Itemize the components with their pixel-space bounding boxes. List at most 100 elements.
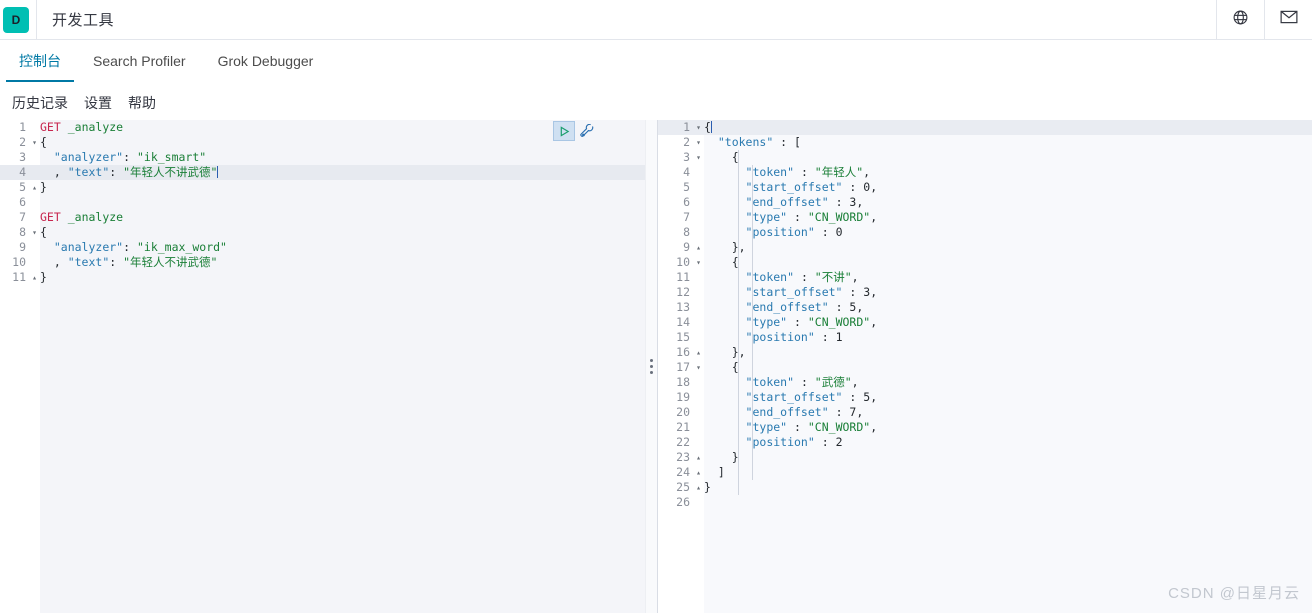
code-line[interactable]: GET _analyze [40,210,645,225]
code-token: "CN_WORD" [807,315,871,329]
fold-close-icon[interactable]: ▴ [32,270,37,285]
mail-icon-button[interactable] [1264,0,1312,40]
code-line[interactable]: "token" : "年轻人", [704,165,1312,180]
code-line[interactable]: , "text": "年轻人不讲武德" [40,255,645,270]
fold-close-icon[interactable]: ▴ [696,480,701,495]
fold-open-icon[interactable]: ▾ [32,225,37,240]
globe-icon-button[interactable] [1216,0,1264,40]
request-editor-gutter: 1 2 ▾ 3 4 5 ▴ 6 7 8 ▾ 9 10 11 ▴ [0,120,40,613]
fold-close-icon[interactable]: ▴ [696,450,701,465]
code-line[interactable]: { [704,360,1312,375]
gutter-line-number: 11 ▴ [12,270,37,285]
code-line[interactable]: { [704,255,1312,270]
gutter-line-number: 3 [19,150,26,164]
code-line[interactable] [704,495,1312,510]
code-line[interactable]: "end_offset" : 7, [704,405,1312,420]
code-line[interactable] [40,195,645,210]
code-token: , [856,195,864,209]
fold-open-icon[interactable]: ▾ [696,360,701,375]
gutter-line-number: 8 ▾ [19,225,37,240]
code-line[interactable]: "start_offset" : 0, [704,180,1312,195]
code-token: "年轻人不讲武德" [123,165,218,179]
tab-search-profiler[interactable]: Search Profiler [77,40,202,82]
fold-open-icon[interactable]: ▾ [696,150,701,165]
code-line[interactable]: "end_offset" : 5, [704,300,1312,315]
subnav-item-help[interactable]: 帮助 [120,93,164,113]
response-editor-content[interactable]: { "tokens" : [ { "token" : "年轻人", "start… [704,120,1312,613]
tab-console[interactable]: 控制台 [3,40,77,82]
code-line[interactable]: "position" : 0 [704,225,1312,240]
code-token: "年轻人" [814,165,864,179]
code-line[interactable]: "position" : 1 [704,330,1312,345]
code-token: "ik_smart" [136,150,207,164]
subnav-item-settings[interactable]: 设置 [76,93,120,113]
request-editor[interactable]: 1 2 ▾ 3 4 5 ▴ 6 7 8 ▾ 9 10 11 ▴ GET _analyze{ "analyze… [0,120,645,613]
code-token: , [40,165,68,179]
gutter-line-number: 21 [676,420,690,434]
fold-close-icon[interactable]: ▴ [32,180,37,195]
code-line[interactable]: } [704,480,1312,495]
fold-close-icon[interactable]: ▴ [696,465,701,480]
text-cursor [217,166,219,178]
fold-open-icon[interactable]: ▾ [32,135,37,150]
code-line[interactable]: { [40,225,645,240]
code-line[interactable]: }, [704,240,1312,255]
code-token: , [870,420,878,434]
code-token: "text" [67,255,110,269]
code-line[interactable]: , "text": "年轻人不讲武德" [40,165,645,180]
tab-grok-debugger[interactable]: Grok Debugger [202,40,330,82]
gutter-line-number: 10 [12,255,26,269]
code-token: } [40,270,47,284]
code-line[interactable]: { [704,150,1312,165]
code-line[interactable]: } [704,450,1312,465]
send-request-button[interactable] [553,121,575,141]
code-line[interactable]: "start_offset" : 5, [704,390,1312,405]
code-token: 2 [835,435,843,449]
code-token: GET [40,210,61,224]
code-line[interactable]: } [40,270,645,285]
code-line[interactable]: ] [704,465,1312,480]
request-editor-content[interactable]: GET _analyze{ "analyzer": "ik_smart" , "… [40,120,645,613]
fold-open-icon[interactable]: ▾ [696,120,701,135]
response-editor[interactable]: 1 ▾ 2 ▾ 3 ▾ 4 5 6 7 8 9 ▴ 10 ▾ 11 12 13 14 15 16 ▴ 17 ▾ 18 19 20 21… [658,120,1312,613]
code-line[interactable]: { [704,120,1312,135]
code-line[interactable]: "end_offset" : 3, [704,195,1312,210]
code-token: "start_offset" [745,285,843,299]
app-logo[interactable]: D [3,6,29,33]
code-line[interactable]: "analyzer": "ik_max_word" [40,240,645,255]
code-token: : [787,420,808,434]
code-line[interactable]: "token" : "不讲", [704,270,1312,285]
code-token: : [828,300,850,314]
code-line[interactable]: "start_offset" : 3, [704,285,1312,300]
code-line[interactable]: "type" : "CN_WORD", [704,315,1312,330]
code-line[interactable]: "type" : "CN_WORD", [704,210,1312,225]
gutter-line-number: 3 ▾ [683,150,701,165]
code-line[interactable]: "position" : 2 [704,435,1312,450]
code-token: "CN_WORD" [807,210,871,224]
fold-close-icon[interactable]: ▴ [696,240,701,255]
code-token: "ik_max_word" [136,240,227,254]
code-token: "end_offset" [745,405,829,419]
gutter-line-number: 25 ▴ [676,480,701,495]
code-line[interactable]: "token" : "武德", [704,375,1312,390]
subnav-item-history[interactable]: 历史记录 [4,93,76,113]
code-line[interactable]: } [40,180,645,195]
code-token: , [863,165,871,179]
panel-resize-handle[interactable] [645,120,658,613]
code-token: , [870,210,878,224]
fold-open-icon[interactable]: ▾ [696,255,701,270]
code-line[interactable]: "analyzer": "ik_smart" [40,150,645,165]
fold-close-icon[interactable]: ▴ [696,345,701,360]
code-line[interactable]: }, [704,345,1312,360]
fold-open-icon[interactable]: ▾ [696,135,701,150]
indent-guide [752,165,753,480]
code-line[interactable]: "tokens" : [ [704,135,1312,150]
editor-options-button[interactable] [578,122,596,140]
code-line[interactable]: "type" : "CN_WORD", [704,420,1312,435]
